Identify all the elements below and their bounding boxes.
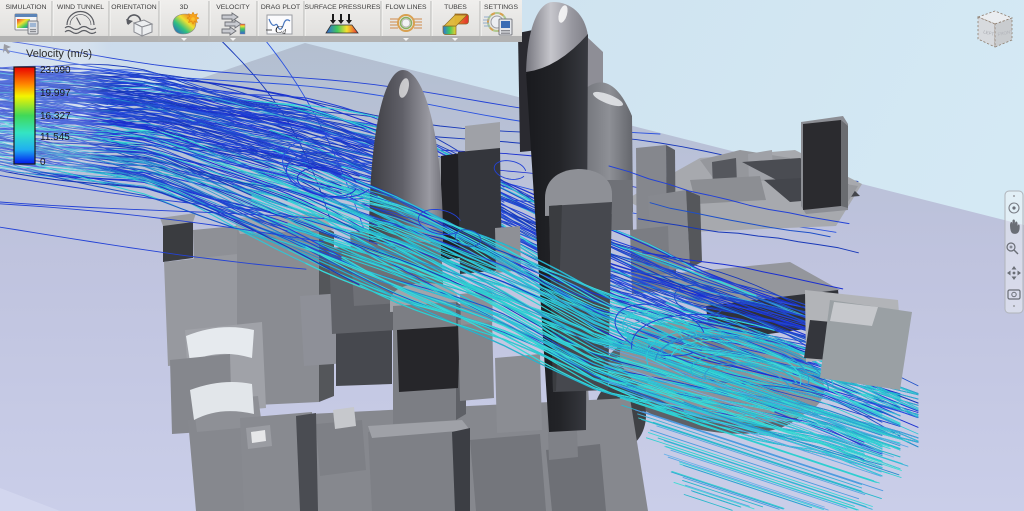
svg-text:16.327: 16.327 — [40, 111, 71, 122]
svg-text:DRAG PLOT: DRAG PLOT — [261, 4, 300, 11]
svg-text:0: 0 — [40, 157, 46, 168]
svg-text:TUBES: TUBES — [444, 4, 467, 11]
svg-text:SURFACE PRESSURES: SURFACE PRESSURES — [305, 4, 381, 11]
svg-text:ORIENTATION: ORIENTATION — [111, 4, 157, 11]
svg-text:SETTINGS: SETTINGS — [484, 4, 518, 11]
svg-text:19.997: 19.997 — [40, 88, 71, 99]
svg-text:23.090: 23.090 — [40, 65, 71, 76]
svg-text:VELOCITY: VELOCITY — [216, 4, 250, 11]
svg-text:SIMULATION: SIMULATION — [5, 4, 46, 11]
svg-text:FLOW LINES: FLOW LINES — [385, 4, 427, 11]
svg-text:WIND TUNNEL: WIND TUNNEL — [57, 4, 104, 11]
svg-text:Velocity (m/s): Velocity (m/s) — [26, 48, 92, 60]
svg-text:11.545: 11.545 — [40, 132, 70, 143]
svg-text:3D: 3D — [180, 4, 189, 11]
